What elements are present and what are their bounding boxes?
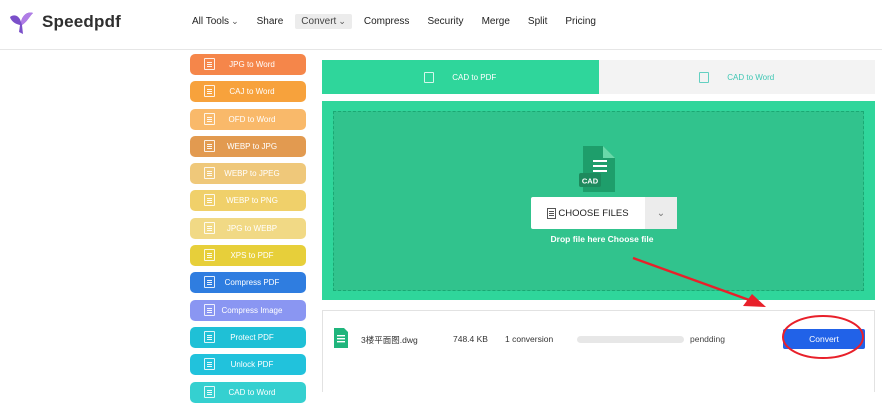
conversion-progress-bar — [577, 336, 684, 343]
speedpdf-logo-icon[interactable] — [6, 8, 36, 38]
nav-label: Compress — [363, 16, 410, 27]
nav-merge[interactable]: Merge — [476, 14, 516, 29]
sidebar-item-protect-pdf[interactable]: Protect PDF — [190, 326, 306, 348]
tool-file-icon — [204, 194, 215, 207]
nav-security[interactable]: Security — [421, 14, 469, 29]
convert-button[interactable]: Convert — [783, 329, 865, 349]
cad-file-illustration-icon: CAD — [579, 146, 615, 192]
tab-cad-to-word[interactable]: CAD to Word — [598, 60, 875, 94]
nav-label: Security — [427, 16, 464, 27]
sidebar-item-jpg-to-word[interactable]: JPG to Word — [190, 54, 306, 75]
nav-compress[interactable]: Compress — [358, 14, 416, 29]
sidebar-item-webp-to-jpeg[interactable]: WEBP to JPEG — [190, 163, 306, 185]
file-name: 3楼平面图.dwg — [361, 335, 418, 345]
tool-file-icon — [204, 358, 215, 371]
file-status: pendding — [690, 334, 725, 344]
tool-file-icon — [204, 167, 215, 180]
tab-cad-to-pdf[interactable]: CAD to PDF — [322, 60, 599, 94]
sidebar-item-xps-to-pdf[interactable]: XPS to PDF — [190, 245, 306, 267]
tool-file-icon — [204, 276, 215, 289]
cad-label: CAD — [582, 177, 599, 186]
tool-file-icon — [204, 112, 215, 125]
tool-sidebar: JPG to Word CAJ to Word OFD to Word WEBP to… — [190, 54, 306, 409]
sidebar-item-jpg-to-webp[interactable]: JPG to WEBP — [190, 217, 306, 239]
chevron-down-icon: ⌄ — [338, 16, 346, 26]
cad-file-icon — [424, 71, 435, 83]
tool-file-icon — [204, 303, 215, 316]
chevron-down-icon: ⌄ — [231, 16, 239, 26]
nav-label: Pricing — [565, 16, 596, 27]
converter-tabs: CAD to PDF CAD to Word — [322, 60, 875, 94]
nav-label: Share — [256, 16, 284, 27]
nav-all-tools[interactable]: All Tools ⌄ — [186, 14, 245, 29]
tool-file-icon — [204, 85, 215, 98]
tab-label: CAD to PDF — [452, 72, 497, 82]
nav-label: Convert — [301, 16, 337, 27]
choose-files-label: CHOOSE FILES — [558, 207, 629, 219]
tool-file-icon — [204, 249, 215, 262]
sidebar-item-compress-image[interactable]: Compress Image — [190, 299, 306, 321]
tool-file-icon — [204, 221, 215, 234]
dwg-file-icon — [334, 328, 348, 348]
sidebar-item-ofd-to-word[interactable]: OFD to Word — [190, 108, 306, 130]
sidebar-item-compress-pdf[interactable]: Compress PDF — [190, 272, 306, 294]
brand-name[interactable]: Speedpdf — [42, 12, 121, 32]
tool-file-icon — [204, 330, 215, 343]
sidebar-item-cad-to-word[interactable]: CAD to Word — [190, 381, 306, 403]
tab-label: CAD to Word — [727, 72, 775, 82]
main-nav: All Tools ⌄ Share Convert ⌄ Compress Secur… — [186, 14, 608, 29]
drop-hint: Drop file here Choose file — [550, 234, 654, 244]
choose-source-dropdown[interactable]: ⌄ — [645, 197, 677, 229]
file-size: 748.4 KB — [453, 334, 488, 344]
file-list-panel — [322, 310, 875, 392]
tool-file-icon — [204, 58, 215, 70]
nav-label: Merge — [481, 16, 510, 27]
sidebar-item-caj-to-word[interactable]: CAJ to Word — [190, 81, 306, 103]
word-file-icon — [699, 71, 710, 83]
nav-label: Split — [527, 16, 548, 27]
nav-split[interactable]: Split — [522, 14, 553, 29]
chevron-down-icon: ⌄ — [656, 207, 666, 219]
conversion-count: 1 conversion — [505, 334, 554, 344]
sidebar-item-unlock-pdf[interactable]: Unlock PDF — [190, 354, 306, 376]
sidebar-item-webp-to-png[interactable]: WEBP to PNG — [190, 190, 306, 212]
nav-convert[interactable]: Convert ⌄ — [295, 14, 352, 29]
nav-share[interactable]: Share — [251, 14, 290, 29]
top-header: Speedpdf All Tools ⌄ Share Convert ⌄ Compr… — [0, 0, 882, 50]
choose-files-button[interactable]: CHOOSE FILES — [531, 197, 645, 229]
tool-file-icon — [204, 139, 215, 152]
sidebar-item-webp-to-jpg[interactable]: WEBP to JPG — [190, 135, 306, 157]
nav-label: All Tools — [192, 16, 230, 27]
nav-pricing[interactable]: Pricing — [559, 14, 602, 29]
file-icon — [547, 207, 557, 219]
choose-files-control: CHOOSE FILES ⌄ — [531, 197, 677, 229]
